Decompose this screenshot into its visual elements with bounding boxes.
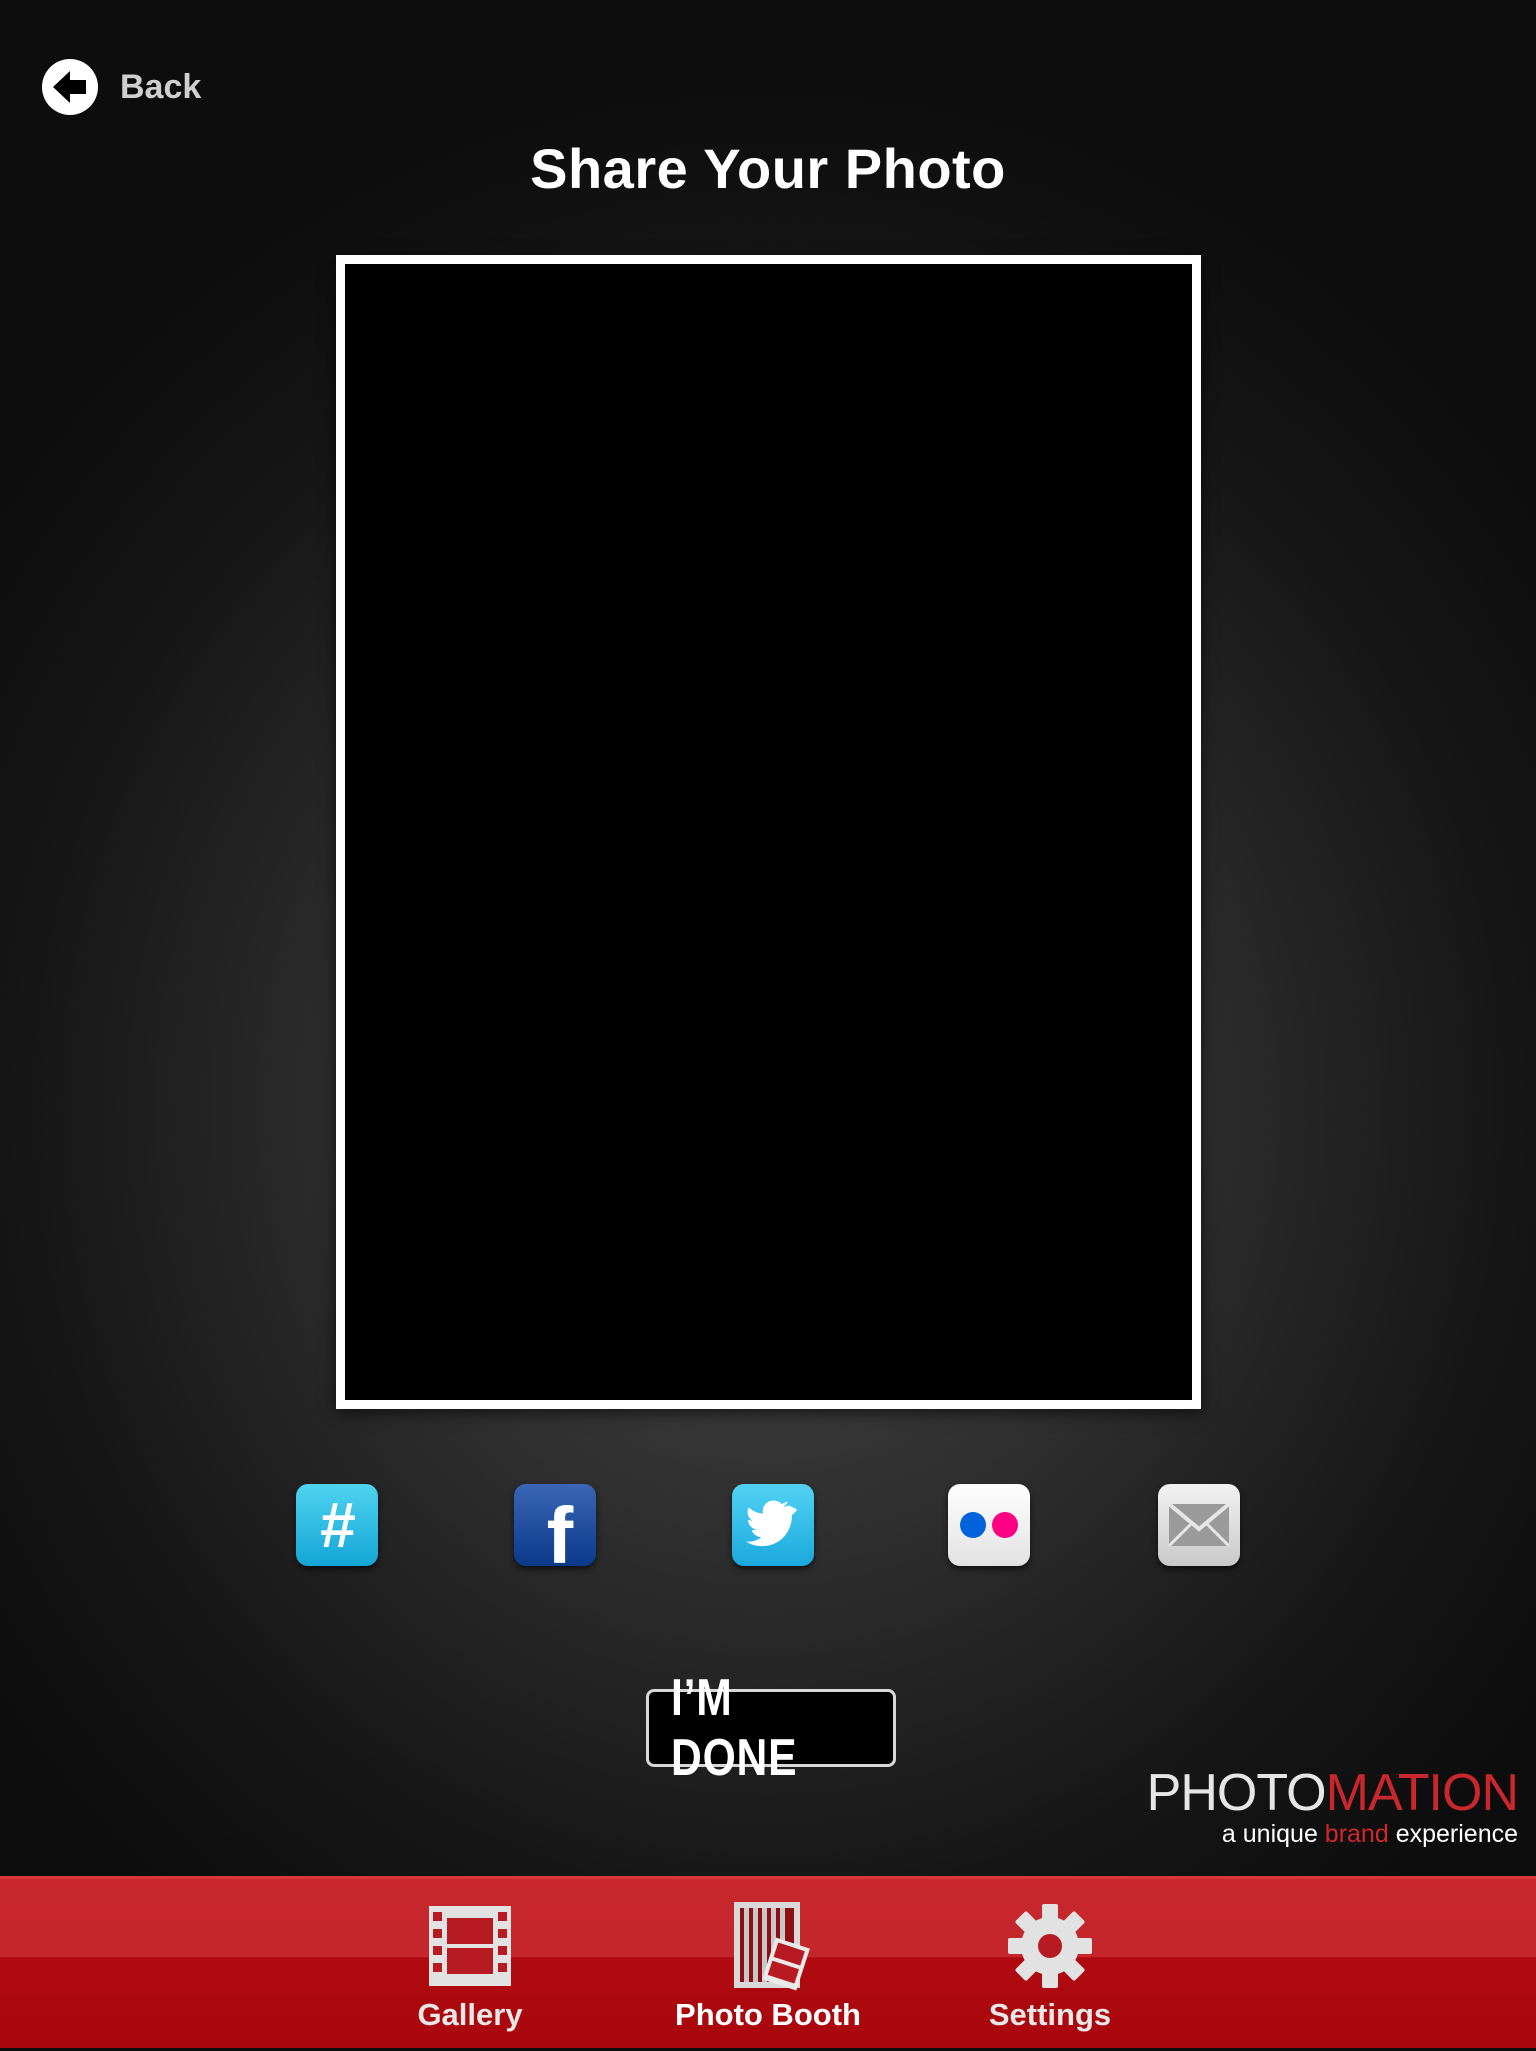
- logo-word-part1: PHOTO: [1146, 1764, 1327, 1822]
- tagline-highlight: brand: [1324, 1820, 1389, 1848]
- tagline-post: experience: [1388, 1820, 1518, 1848]
- hashtag-icon: #: [319, 1489, 355, 1561]
- film-strip-icon: [427, 1901, 513, 1991]
- hashtag-share-button[interactable]: #: [296, 1484, 378, 1566]
- back-label: Back: [120, 67, 202, 106]
- photo-preview: [336, 255, 1201, 1409]
- back-button[interactable]: Back: [42, 56, 201, 118]
- photomation-logo: PHOTOMATION a unique brand experience: [1098, 1764, 1519, 1849]
- flickr-share-button[interactable]: [948, 1484, 1030, 1566]
- flickr-icon: [960, 1512, 1018, 1538]
- twitter-icon: [745, 1500, 798, 1547]
- back-arrow-icon: [42, 59, 98, 115]
- twitter-share-button[interactable]: [732, 1484, 814, 1566]
- tab-gallery[interactable]: Gallery: [380, 1879, 560, 2051]
- done-label: I’M DONE: [670, 1669, 798, 1787]
- tab-gallery-label: Gallery: [417, 1997, 523, 2032]
- tab-bar: Gallery Photo Booth Settings: [0, 1876, 1536, 2048]
- tagline-pre: a unique: [1221, 1820, 1325, 1848]
- done-button[interactable]: I’M DONE: [646, 1669, 896, 1787]
- logo-word-part2: MATION: [1325, 1764, 1519, 1822]
- gear-icon: [1007, 1901, 1093, 1991]
- tab-photo-booth-label: Photo Booth: [675, 1997, 861, 2032]
- photo-booth-icon: [720, 1901, 816, 1991]
- facebook-share-button[interactable]: f: [514, 1484, 596, 1566]
- email-icon: [1168, 1503, 1230, 1547]
- tab-settings-label: Settings: [988, 1997, 1112, 2032]
- tab-settings[interactable]: Settings: [960, 1879, 1140, 2051]
- email-share-button[interactable]: [1158, 1484, 1240, 1566]
- logo-tagline: a unique brand experience: [1098, 1820, 1518, 1849]
- tab-photo-booth[interactable]: Photo Booth: [648, 1879, 888, 2051]
- page-title: Share Your Photo: [530, 137, 1006, 200]
- facebook-icon: f: [546, 1491, 574, 1567]
